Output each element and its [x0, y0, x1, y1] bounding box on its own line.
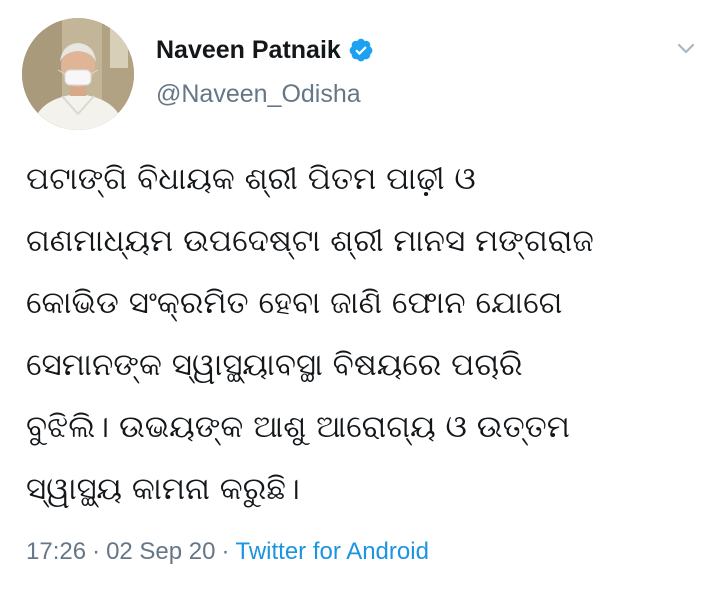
author-handle[interactable]: @Naveen_Odisha — [156, 80, 361, 109]
meta-separator: · — [92, 538, 101, 565]
chevron-down-icon[interactable] — [674, 36, 698, 60]
tweet-meta: 17:26 · 02 Sep 20 · Twitter for Android — [26, 538, 429, 566]
tweet-text-line: ଗଣମାଧ୍ୟମ ଉପଦେଷ୍ଟା ଶ୍ରୀ ମାନସ ମଙ୍ଗରାଜ — [26, 223, 594, 259]
tweet-source-link[interactable]: Twitter for Android — [236, 538, 429, 565]
tweet-time[interactable]: 17:26 — [26, 538, 86, 565]
tweet-text: ପଟାଙ୍ଗି ବିଧାୟକ ଶ୍ରୀ ପିତମ ପାଢ଼ୀ ଓ ଗଣମାଧ୍ୟ… — [26, 148, 702, 520]
tweet-card: Naveen Patnaik @Naveen_Odisha ପଟାଙ୍ଗି ବି… — [0, 0, 720, 596]
author-name-row: Naveen Patnaik — [156, 30, 374, 70]
tweet-text-line: ସେମାନଙ୍କ ସ୍ୱାସ୍ଥ୍ୟାବସ୍ଥା ବିଷୟରେ ପଚାରି — [26, 347, 523, 383]
tweet-date[interactable]: 02 Sep 20 — [106, 538, 215, 565]
verified-badge-icon — [348, 37, 374, 63]
tweet-text-line: ପଟାଙ୍ଗି ବିଧାୟକ ଶ୍ରୀ ପିତମ ପାଢ଼ୀ ଓ — [26, 161, 476, 197]
avatar[interactable] — [22, 18, 134, 130]
tweet-text-line: ବୁଝିଲି। ଉଭୟଙ୍କ ଆଶୁ ଆରୋଗ୍ୟ ଓ ଉତ୍ତମ — [26, 409, 570, 445]
tweet-text-line: କୋଭିଡ ସଂକ୍ରମିତ ହେବା ଜାଣି ଫୋନ ଯୋଗେ — [26, 285, 563, 321]
meta-separator: · — [221, 538, 230, 565]
tweet-text-line: ସ୍ୱାସ୍ଥ୍ୟ କାମନା କରୁଛି। — [26, 471, 300, 507]
author-display-name[interactable]: Naveen Patnaik — [156, 36, 341, 65]
